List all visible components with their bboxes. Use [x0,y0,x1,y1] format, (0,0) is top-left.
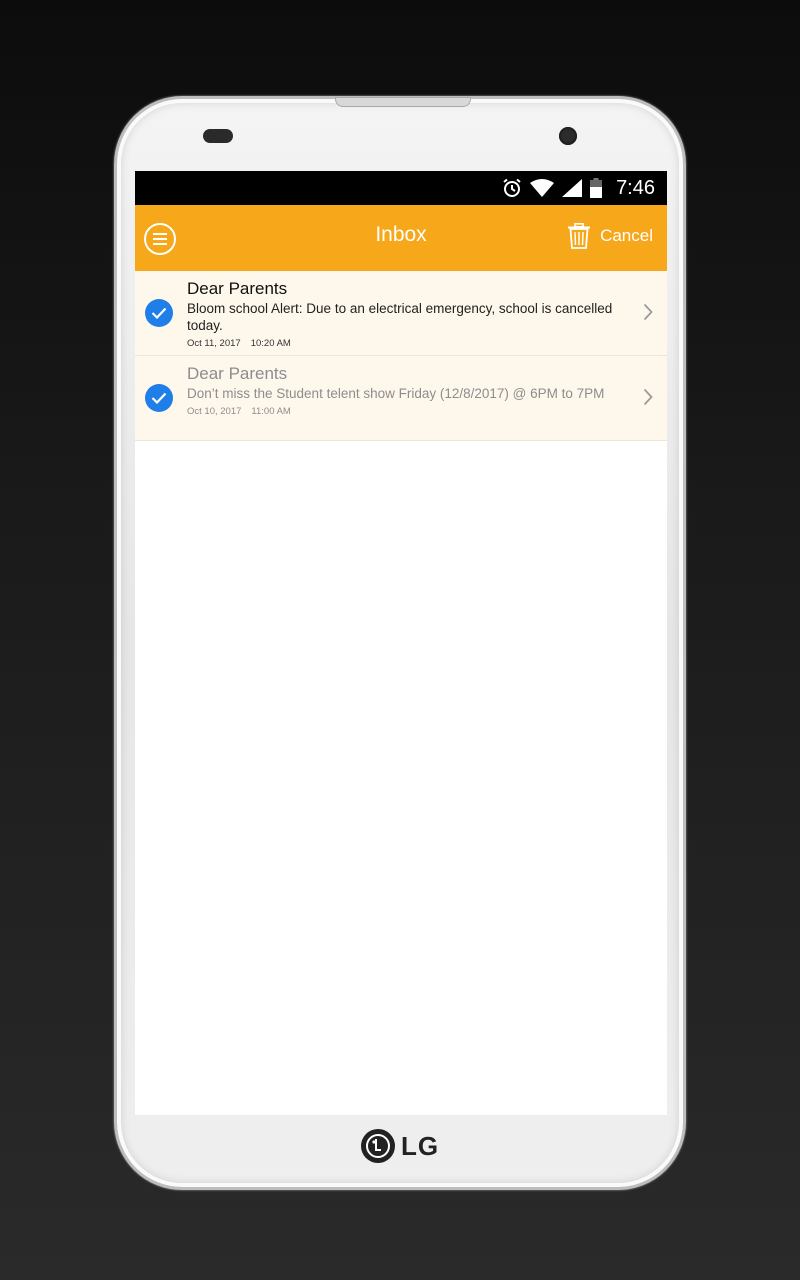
lg-logo-icon [361,1129,395,1163]
message-list: Dear Parents Bloom school Alert: Due to … [135,271,667,441]
list-item[interactable]: Dear Parents Don’t miss the Student tele… [135,356,667,441]
list-item[interactable]: Dear Parents Bloom school Alert: Due to … [135,271,667,356]
message-title: Dear Parents [187,279,288,298]
message-text: Don’t miss the Student telent show Frida… [187,386,605,401]
trash-icon[interactable] [568,223,591,249]
app-bar: Inbox Cancel [135,205,667,271]
screen: 7:46 Inbox Cancel Dear Parents Bloom sch… [135,171,667,1115]
chevron-right-icon [643,388,653,406]
message-date: Oct 11, 2017 [187,338,241,349]
check-icon[interactable] [145,384,173,412]
battery-icon [590,178,603,198]
brand-name: LG [401,1130,440,1161]
message-text: Bloom school Alert: Due to an electrical… [187,301,613,333]
check-icon[interactable] [145,299,173,327]
front-camera [559,127,577,145]
wifi-icon [530,179,555,197]
proximity-sensor [203,129,233,143]
signal-icon [562,179,583,197]
cancel-action[interactable]: Cancel [568,223,653,249]
alarm-icon [503,178,521,197]
phone-frame: 7:46 Inbox Cancel Dear Parents Bloom sch… [114,96,686,1190]
cancel-button[interactable]: Cancel [600,226,653,246]
message-title: Dear Parents [187,364,288,383]
earpiece-speaker [335,97,471,107]
chevron-right-icon [643,303,653,321]
message-time: 10:20 AM [250,338,291,349]
status-time: 7:46 [616,176,655,199]
message-time: 11:00 AM [251,406,291,417]
brand-logo: LG [361,1129,439,1163]
status-bar: 7:46 [135,171,667,205]
message-date: Oct 10, 2017 [187,406,242,417]
